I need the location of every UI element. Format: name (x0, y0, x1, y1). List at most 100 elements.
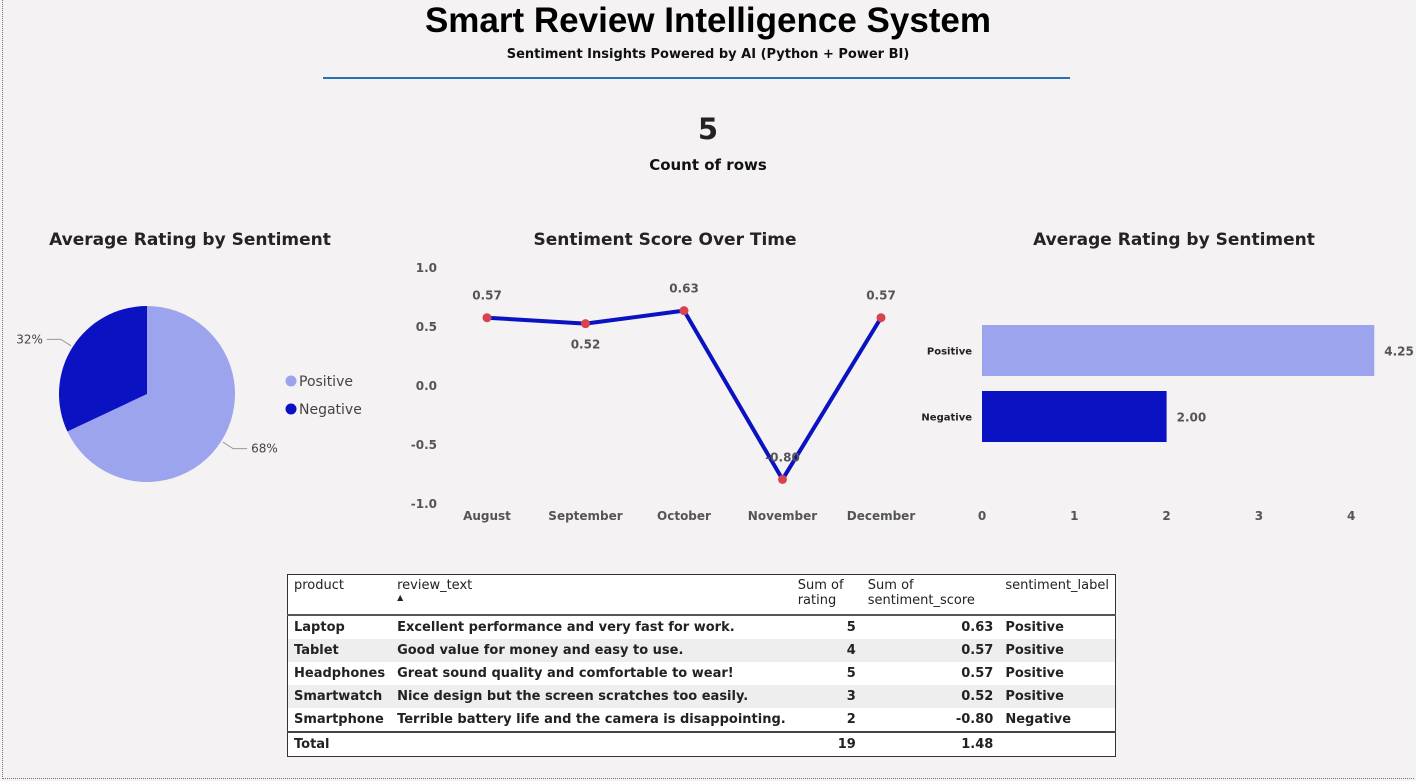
column-header-label: product (294, 578, 345, 593)
legend-marker-negative (285, 403, 297, 415)
data-point-marker[interactable] (876, 313, 886, 323)
reviews-table[interactable]: product review_text ▲ Sum of rating Sum o… (287, 574, 1116, 757)
pie-leader-line (222, 441, 248, 450)
pie-data-label: 68% (251, 442, 278, 456)
column-header-sum-of-rating[interactable]: Sum of rating (791, 574, 862, 616)
sort-ascending-icon[interactable]: ▲ (397, 594, 786, 602)
x-tick-label: 4 (1347, 509, 1355, 523)
data-point-marker[interactable] (679, 306, 689, 316)
column-header-label: review_text (397, 578, 473, 593)
y-tick-label: 0.5 (416, 320, 437, 334)
cell-sentiment-score: -0.80 (955, 712, 994, 727)
data-point-marker[interactable] (581, 319, 590, 329)
legend-label-positive: Positive (299, 374, 353, 390)
report-title: Smart Review Intelligence System (424, 1, 992, 40)
cell-sentiment-score: 0.52 (861, 685, 1000, 708)
x-tick-label: October (657, 509, 711, 523)
cell-review-text: Great sound quality and comfortable to w… (397, 666, 734, 681)
data-label: 0.57 (472, 289, 502, 303)
pie-chart[interactable]: 68% 32% Positive Negative (0, 260, 380, 520)
x-tick-label: December (847, 509, 916, 523)
data-point-marker[interactable] (778, 474, 787, 484)
cell-sentiment-label: Negative (1005, 712, 1072, 727)
bar-chart[interactable]: Positive 4.25 Negative 2.00 0 1 2 3 4 (920, 300, 1416, 535)
table-header-row: product review_text ▲ Sum of rating Sum o… (287, 574, 1116, 616)
column-header-label: sentiment_label (1005, 578, 1109, 593)
total-review-text (391, 731, 792, 757)
cell-rating: 5 (846, 620, 856, 635)
bar-category-label: Negative (921, 413, 972, 424)
data-point-marker[interactable] (482, 313, 492, 323)
total-label: Total (287, 731, 392, 757)
data-label: -0.80 (765, 450, 800, 464)
bar-data-label: 2.00 (1177, 411, 1207, 425)
pie-chart-title: Average Rating by Sentiment (49, 230, 331, 250)
table-row[interactable]: Laptop Excellent performance and very fa… (288, 615, 1116, 639)
legend-label-negative: Negative (299, 402, 362, 418)
cell-rating: 4 (791, 639, 862, 662)
report-subtitle: Sentiment Insights Powered by AI (Python… (506, 47, 910, 62)
cell-sentiment-label: Positive (1005, 666, 1064, 681)
column-header-product[interactable]: product (287, 574, 392, 616)
table-row[interactable]: Tablet Good value for money and easy to … (287, 639, 1116, 662)
bar-positive[interactable] (982, 325, 1375, 376)
pie-data-label: 32% (16, 332, 43, 346)
bar-negative[interactable] (982, 391, 1167, 442)
column-header-sum-of-sentiment-score[interactable]: Sum of sentiment_score (861, 574, 1000, 616)
cell-rating: 2 (846, 712, 856, 727)
data-label: 0.63 (669, 282, 699, 296)
cell-product: Smartwatch (287, 685, 392, 708)
line-chart[interactable]: 1.0 0.5 0.0 -0.5 -1.0 August September October N… (400, 255, 930, 535)
x-tick-label: 0 (978, 509, 986, 523)
legend-marker-positive (285, 375, 297, 387)
cell-rating: 5 (846, 666, 856, 681)
x-tick-label: November (748, 509, 817, 523)
column-header-sentiment-label[interactable]: sentiment_label (999, 574, 1116, 616)
cell-product: Tablet (287, 639, 392, 662)
kpi-card-label: Count of rows (649, 156, 767, 174)
bar-category-label: Positive (927, 347, 972, 358)
title-divider (323, 77, 1070, 79)
cell-sentiment-label: Positive (999, 639, 1116, 662)
table-row[interactable]: Headphones Great sound quality and comfo… (288, 662, 1116, 685)
x-tick-label: 3 (1255, 509, 1263, 523)
column-header-review-text[interactable]: review_text ▲ (391, 574, 792, 616)
total-rating: 19 (791, 731, 862, 757)
cell-sentiment-label: Positive (1005, 620, 1064, 635)
x-tick-label: August (463, 509, 511, 523)
kpi-card-value[interactable]: 5 (0, 112, 1416, 146)
line-chart-title: Sentiment Score Over Time (533, 230, 797, 250)
series-line (486, 308, 883, 482)
y-tick-label: 1.0 (416, 261, 437, 275)
bar-data-label: 4.25 (1384, 345, 1414, 359)
table-total-row: Total 19 1.48 (287, 731, 1116, 757)
x-tick-label: September (548, 509, 622, 523)
y-tick-label: 0.0 (416, 379, 437, 393)
y-tick-label: -0.5 (411, 438, 437, 452)
cell-sentiment-score: 0.57 (961, 666, 994, 681)
cell-product: Headphones (294, 666, 386, 681)
table-row[interactable]: Smartphone Terrible battery life and the… (288, 708, 1116, 732)
cell-review-text: Good value for money and easy to use. (391, 639, 792, 662)
cell-sentiment-score: 0.57 (861, 639, 1000, 662)
x-tick-label: 1 (1070, 509, 1078, 523)
total-sentiment-score: 1.48 (861, 731, 1000, 757)
cell-review-text: Nice design but the screen scratches too… (391, 685, 792, 708)
cell-rating: 3 (791, 685, 862, 708)
x-tick-label: 2 (1162, 509, 1170, 523)
data-label: 0.57 (866, 289, 896, 303)
column-header-label: Sum of sentiment_score (867, 578, 975, 608)
y-tick-label: -1.0 (411, 497, 437, 511)
total-sentiment-label (999, 731, 1116, 757)
cell-review-text: Terrible battery life and the camera is … (397, 712, 786, 727)
cell-sentiment-score: 0.63 (961, 620, 994, 635)
cell-sentiment-label: Positive (999, 685, 1116, 708)
cell-review-text: Excellent performance and very fast for … (397, 620, 735, 635)
cell-product: Laptop (294, 620, 345, 635)
table-row[interactable]: Smartwatch Nice design but the screen sc… (287, 685, 1116, 708)
bar-chart-title: Average Rating by Sentiment (1033, 230, 1315, 250)
cell-product: Smartphone (294, 712, 384, 727)
data-label: 0.52 (571, 338, 601, 352)
column-header-label: Sum of rating (797, 578, 844, 608)
pie-leader-line (46, 338, 72, 347)
